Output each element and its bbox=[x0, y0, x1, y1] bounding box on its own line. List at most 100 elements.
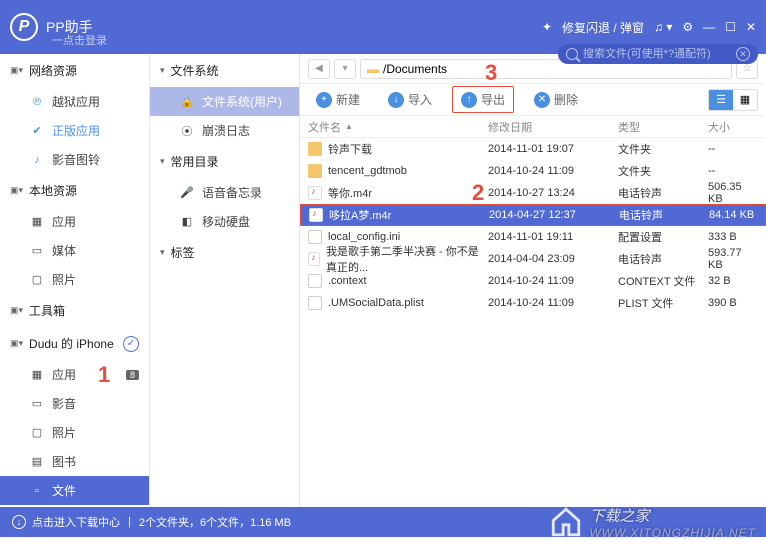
file-name: .context bbox=[328, 275, 367, 287]
lock-icon: 🔒 bbox=[180, 95, 194, 109]
file-date: 2014-11-01 19:07 bbox=[488, 143, 618, 155]
folder-icon: ▬ bbox=[367, 62, 379, 76]
settings-icon[interactable]: ⚙ bbox=[682, 20, 693, 34]
apps-badge: 8 bbox=[126, 370, 139, 380]
file-name: tencent_gdtmob bbox=[328, 165, 407, 177]
maximize-icon[interactable]: ☐ bbox=[725, 20, 736, 34]
group-toolbox[interactable]: ▣▾工具箱 bbox=[0, 294, 149, 327]
dir-voice[interactable]: 🎤语音备忘录 bbox=[150, 178, 299, 207]
video-icon: ▭ bbox=[30, 397, 44, 411]
col-type[interactable]: 类型 bbox=[618, 119, 708, 135]
toolbar: +新建 ↓导入 ↑导出 ✕删除 ☰ ▦ bbox=[300, 84, 766, 116]
file-row[interactable]: 哆拉A梦.m4r2014-04-27 12:37电话铃声84.14 KB bbox=[300, 204, 766, 226]
nav-media-ring[interactable]: ♪影音图铃 bbox=[0, 145, 149, 174]
lightning-icon: ✦ bbox=[542, 20, 552, 34]
main-panel: ◀ ▾ ▬/Documents ☆ +新建 ↓导入 ↑导出 ✕删除 ☰ ▦ 文件… bbox=[300, 54, 766, 507]
music-icon[interactable]: ♫ ▾ bbox=[654, 20, 672, 34]
file-type: 电话铃声 bbox=[618, 185, 708, 201]
group-device[interactable]: ▣▾Dudu 的 iPhone✓ bbox=[0, 327, 149, 360]
file-row[interactable]: 等你.m4r2014-10-27 13:24电话铃声506.35 KB bbox=[300, 182, 766, 204]
file-icon: ▫ bbox=[30, 484, 44, 498]
app-header: P PP助手 一点击登录 ✦ 修复闪退 / 弹窗 ♫ ▾ ⚙ — ☐ ✕ ✕ bbox=[0, 0, 766, 54]
column-headers: 文件名▲ 修改日期 类型 大小 bbox=[300, 116, 766, 138]
list-view-button[interactable]: ☰ bbox=[709, 90, 733, 110]
apps-icon: ▦ bbox=[30, 215, 44, 229]
fs-crashlog[interactable]: ⦿崩溃日志 bbox=[150, 116, 299, 145]
nav-local-apps[interactable]: ▦应用 bbox=[0, 207, 149, 236]
file-size: 333 B bbox=[708, 231, 758, 243]
folder-icon bbox=[308, 142, 322, 156]
file-type: 文件夹 bbox=[618, 163, 708, 179]
fix-crash-link[interactable]: 修复闪退 / 弹窗 bbox=[562, 19, 644, 36]
col-date[interactable]: 修改日期 bbox=[488, 119, 618, 135]
file-name: 我是歌手第二季半决赛 - 你不是真正的... bbox=[326, 243, 488, 275]
file-size: 506.35 KB bbox=[708, 181, 758, 205]
file-name: 等你.m4r bbox=[328, 185, 372, 201]
login-link[interactable]: 一点击登录 bbox=[52, 32, 107, 48]
nav-local-media[interactable]: ▭媒体 bbox=[0, 236, 149, 265]
file-row[interactable]: 我是歌手第二季半决赛 - 你不是真正的...2014-04-04 23:09电话… bbox=[300, 248, 766, 270]
col-name[interactable]: 文件名▲ bbox=[308, 119, 488, 135]
new-button[interactable]: +新建 bbox=[308, 87, 368, 112]
file-name: 哆拉A梦.m4r bbox=[329, 207, 391, 223]
file-name: local_config.ini bbox=[328, 231, 400, 243]
export-icon: ↑ bbox=[461, 92, 477, 108]
audio-icon bbox=[309, 208, 323, 222]
dir-mobile-disk[interactable]: ◧移动硬盘 bbox=[150, 207, 299, 236]
minimize-icon[interactable]: — bbox=[703, 20, 715, 34]
nav-dev-books[interactable]: ▤图书 bbox=[0, 447, 149, 476]
delete-button[interactable]: ✕删除 bbox=[526, 87, 586, 112]
nav-local-photo[interactable]: ▢照片 bbox=[0, 265, 149, 294]
export-button[interactable]: ↑导出 bbox=[452, 86, 514, 113]
file-row[interactable]: .UMSocialData.plist2014-10-24 11:09PLIST… bbox=[300, 292, 766, 314]
search-input[interactable] bbox=[583, 48, 736, 60]
disk-icon: ◧ bbox=[180, 215, 194, 229]
download-icon: ↓ bbox=[12, 515, 26, 529]
group-tags[interactable]: ▾标签 bbox=[150, 236, 299, 269]
close-icon[interactable]: ✕ bbox=[746, 20, 756, 34]
sidebar-secondary: ▾文件系统 🔒文件系统(用户) ⦿崩溃日志 ▾常用目录 🎤语音备忘录 ◧移动硬盘… bbox=[150, 54, 300, 507]
file-type: 文件夹 bbox=[618, 141, 708, 157]
music-icon: ♪ bbox=[30, 153, 44, 167]
plus-icon: + bbox=[316, 92, 332, 108]
nav-back-button[interactable]: ◀ bbox=[308, 59, 330, 79]
nav-dev-photo[interactable]: ▢照片 bbox=[0, 418, 149, 447]
file-date: 2014-10-24 11:09 bbox=[488, 275, 618, 287]
nav-dev-apps[interactable]: ▦应用8 bbox=[0, 360, 149, 389]
file-type: CONTEXT 文件 bbox=[618, 273, 708, 289]
file-row[interactable]: 铃声下载2014-11-01 19:07文件夹-- bbox=[300, 138, 766, 160]
file-type: 电话铃声 bbox=[619, 207, 709, 223]
nav-jailbreak[interactable]: ℗越狱应用 bbox=[0, 87, 149, 116]
clear-search-icon[interactable]: ✕ bbox=[736, 47, 750, 61]
group-common-dirs[interactable]: ▾常用目录 bbox=[150, 145, 299, 178]
file-name: .UMSocialData.plist bbox=[328, 297, 424, 309]
search-icon bbox=[566, 48, 578, 60]
group-filesystem[interactable]: ▾文件系统 bbox=[150, 54, 299, 87]
grid-view-button[interactable]: ▦ bbox=[733, 90, 757, 110]
nav-dev-files[interactable]: ▫文件 bbox=[0, 476, 149, 505]
file-size: 84.14 KB bbox=[709, 209, 757, 221]
group-local[interactable]: ▣▾本地资源 bbox=[0, 174, 149, 207]
log-icon: ⦿ bbox=[180, 124, 194, 138]
file-icon bbox=[308, 274, 322, 288]
watermark: 下载之家 WWW.XITONGZHIJIA.NET bbox=[549, 492, 756, 552]
fs-user[interactable]: 🔒文件系统(用户) bbox=[150, 87, 299, 116]
audio-icon bbox=[308, 252, 320, 266]
col-size[interactable]: 大小 bbox=[708, 119, 758, 135]
file-date: 2014-04-04 23:09 bbox=[488, 253, 618, 265]
file-row[interactable]: .context2014-10-24 11:09CONTEXT 文件32 B bbox=[300, 270, 766, 292]
nav-genuine[interactable]: ✔正版应用 bbox=[0, 116, 149, 145]
file-row[interactable]: tencent_gdtmob2014-10-24 11:09文件夹-- bbox=[300, 160, 766, 182]
status-text: 2个文件夹，6个文件，1.16 MB bbox=[139, 514, 291, 530]
photo-icon: ▢ bbox=[30, 273, 44, 287]
nav-history-button[interactable]: ▾ bbox=[334, 59, 356, 79]
file-type: PLIST 文件 bbox=[618, 295, 708, 311]
search-box[interactable]: ✕ bbox=[558, 44, 758, 64]
file-type: 配置设置 bbox=[618, 229, 708, 245]
folder-icon bbox=[308, 164, 322, 178]
download-center-link[interactable]: 点击进入下载中心 bbox=[32, 514, 120, 530]
delete-icon: ✕ bbox=[534, 92, 550, 108]
import-button[interactable]: ↓导入 bbox=[380, 87, 440, 112]
nav-dev-video[interactable]: ▭影音 bbox=[0, 389, 149, 418]
group-network[interactable]: ▣▾网络资源 bbox=[0, 54, 149, 87]
